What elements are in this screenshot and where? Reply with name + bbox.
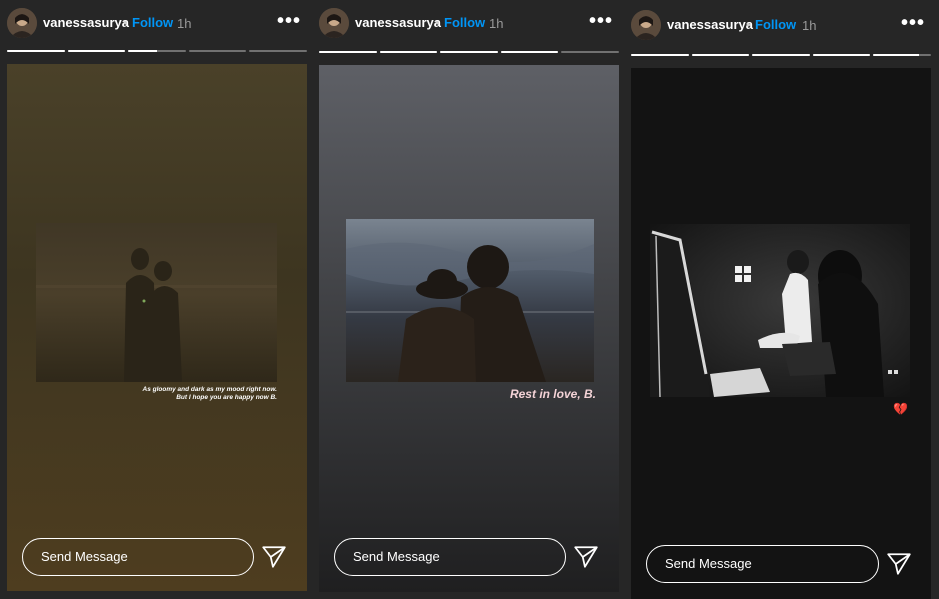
- follow-button[interactable]: Follow: [755, 17, 796, 32]
- caption-line: But I hope you are happy now B.: [176, 394, 277, 401]
- progress-segment: [67, 50, 126, 52]
- send-icon[interactable]: [573, 544, 599, 570]
- avatar[interactable]: [319, 8, 349, 38]
- progress-segment: [7, 50, 65, 52]
- progress-segment: [249, 50, 307, 52]
- progress-segment: [631, 54, 689, 56]
- separator-dot: •: [746, 17, 751, 32]
- story-progress: [7, 50, 307, 53]
- broken-heart-icon: 💔: [893, 402, 908, 416]
- progress-segment: [752, 54, 810, 56]
- story-progress: [631, 54, 931, 57]
- timestamp: 1h: [489, 16, 504, 31]
- send-icon[interactable]: [886, 551, 912, 577]
- story-header: vanessasurya • Follow 1h •••: [319, 8, 619, 40]
- progress-segment: [812, 54, 871, 56]
- avatar[interactable]: [631, 10, 661, 40]
- story-2[interactable]: vanessasurya • Follow 1h ••• Rest in lov…: [319, 0, 619, 599]
- more-options-icon[interactable]: •••: [277, 10, 301, 33]
- story-caption: As gloomy and dark as my mood right now.…: [36, 386, 277, 402]
- separator-dot: •: [435, 15, 440, 30]
- story-frame[interactable]: 💔: [631, 68, 931, 599]
- story-caption: Rest in love, B.: [346, 387, 596, 401]
- timestamp: 1h: [802, 18, 817, 33]
- more-options-icon[interactable]: •••: [901, 12, 925, 35]
- progress-segment: [873, 54, 931, 56]
- username[interactable]: vanessasurya: [43, 15, 129, 30]
- progress-segment: [691, 54, 750, 56]
- more-options-icon[interactable]: •••: [589, 10, 613, 33]
- story-frame[interactable]: As gloomy and dark as my mood right now.…: [7, 64, 307, 591]
- story-frame[interactable]: Rest in love, B.: [319, 65, 619, 592]
- story-photo: [346, 219, 594, 382]
- story-header: vanessasurya • Follow 1h •••: [631, 10, 931, 42]
- story-photo: [650, 224, 910, 397]
- username[interactable]: vanessasurya: [667, 17, 753, 32]
- caption-line: Rest in love, B.: [509, 387, 596, 401]
- story-photo: [36, 223, 277, 382]
- story-1[interactable]: vanessasurya • Follow 1h ••• As gloomy a…: [7, 0, 307, 599]
- timestamp: 1h: [177, 16, 192, 31]
- send-icon[interactable]: [261, 544, 287, 570]
- progress-segment: [440, 51, 498, 53]
- send-message-input[interactable]: Send Message: [334, 538, 566, 576]
- progress-segment: [379, 51, 438, 53]
- separator-dot: •: [123, 15, 128, 30]
- username[interactable]: vanessasurya: [355, 15, 441, 30]
- story-progress: [319, 51, 619, 54]
- progress-segment: [319, 51, 377, 53]
- story-3[interactable]: vanessasurya • Follow 1h ••• 💔 Send Mess…: [631, 0, 931, 599]
- avatar[interactable]: [7, 8, 37, 38]
- story-header: vanessasurya • Follow 1h •••: [7, 8, 307, 40]
- follow-button[interactable]: Follow: [132, 15, 173, 30]
- progress-segment: [128, 50, 186, 52]
- send-message-input[interactable]: Send Message: [22, 538, 254, 576]
- caption-line: As gloomy and dark as my mood right now.: [142, 386, 277, 393]
- follow-button[interactable]: Follow: [444, 15, 485, 30]
- progress-segment: [561, 51, 619, 53]
- send-message-input[interactable]: Send Message: [646, 545, 879, 583]
- progress-segment: [188, 50, 247, 52]
- progress-segment: [500, 51, 559, 53]
